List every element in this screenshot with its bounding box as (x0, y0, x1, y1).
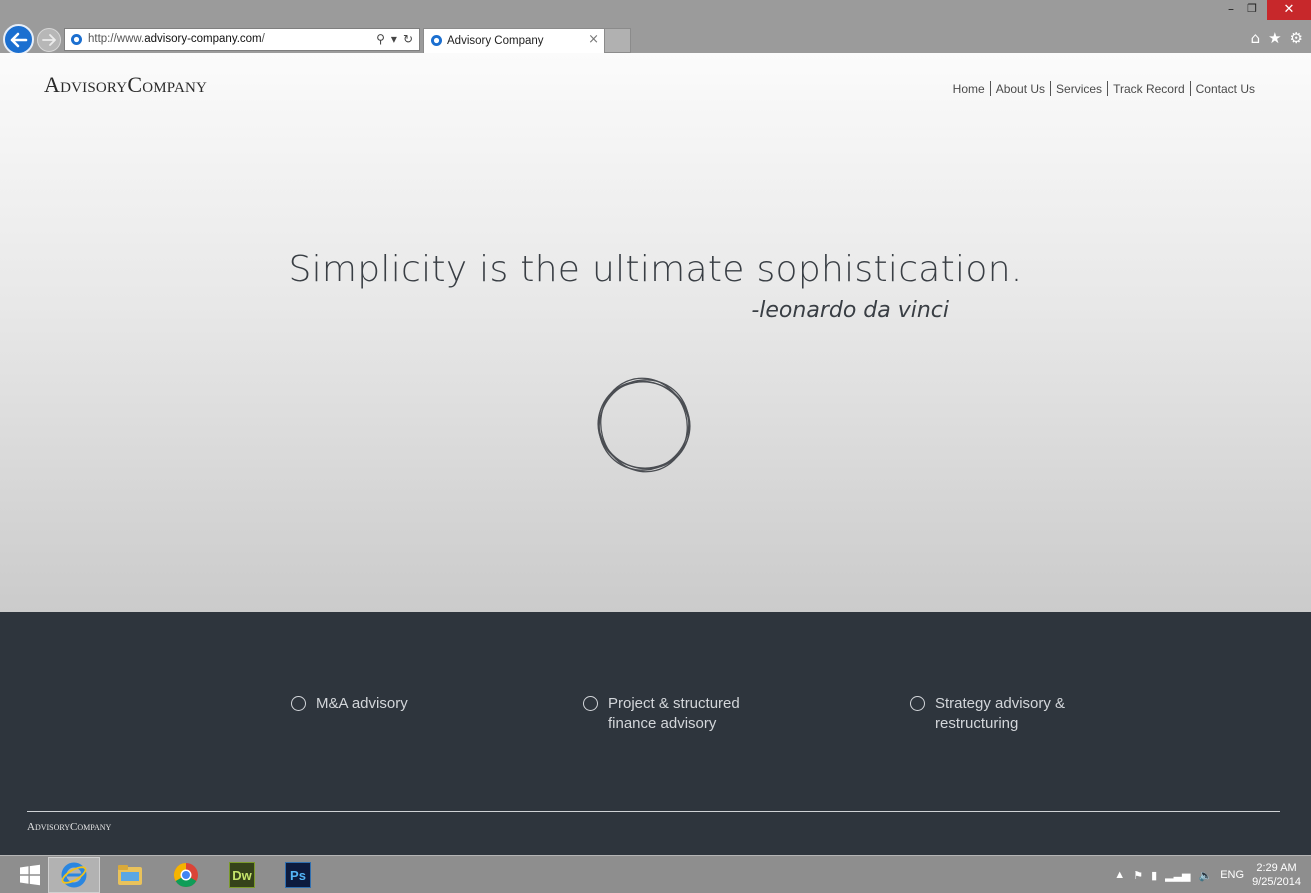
home-icon[interactable]: ⌂ (1251, 29, 1261, 47)
forward-button[interactable] (37, 28, 61, 52)
search-icon[interactable]: ⚲ (376, 32, 385, 46)
service-label: Project & structured finance advisory (608, 695, 740, 732)
nav-home[interactable]: Home (953, 82, 985, 96)
nav-contact-us[interactable]: Contact Us (1196, 82, 1255, 96)
nav-services[interactable]: Services (1056, 82, 1102, 96)
new-tab-button[interactable] (605, 28, 631, 53)
circle-bullet-icon (910, 696, 925, 711)
dropdown-icon[interactable]: ▾ (391, 32, 397, 46)
system-tray: ▲ ⚑ ▮ ▂▃▅ 🔈 ENG 2:29 AM 9/25/2014 (1114, 856, 1301, 893)
service-label: Strategy advisory & restructuring (935, 695, 1066, 732)
taskbar-photoshop[interactable]: Ps (272, 857, 324, 893)
hero-section: AdvisoryCompany Home About Us Services T… (0, 53, 1311, 612)
network-signal-icon[interactable]: ▂▃▅ (1165, 869, 1190, 882)
back-arrow-icon (10, 32, 27, 47)
battery-icon[interactable]: ▮ (1151, 869, 1157, 882)
nav-divider (1050, 81, 1052, 96)
url-text[interactable]: http://www.advisory-company.com/ (88, 33, 265, 45)
taskbar-chrome[interactable] (160, 857, 212, 893)
internet-explorer-icon (61, 862, 87, 888)
taskbar-dreamweaver[interactable]: Dw (216, 857, 268, 893)
action-center-flag-icon[interactable]: ⚑ (1133, 869, 1143, 882)
dreamweaver-icon: Dw (229, 862, 255, 888)
footer-divider (27, 811, 1280, 812)
clock-time: 2:29 AM (1256, 862, 1297, 874)
photoshop-icon: Ps (285, 862, 311, 888)
service-label: M&A advisory (316, 695, 408, 712)
nav-about-us[interactable]: About Us (996, 82, 1045, 96)
favorites-star-icon[interactable]: ★ (1268, 29, 1281, 47)
main-nav: Home About Us Services Track Record Cont… (953, 81, 1255, 96)
taskbar: Dw Ps ▲ ⚑ ▮ ▂▃▅ 🔈 ENG 2:29 AM 9/25/2014 (0, 855, 1311, 893)
footer-logo[interactable]: AdvisoryCompany (27, 821, 111, 833)
settings-gear-icon[interactable]: ⚙ (1290, 29, 1303, 47)
hero-quote: Simplicity is the ultimate sophisticatio… (288, 249, 1023, 290)
browser-chrome: – ❐ ✕ http://www.advisory-company.com/ ⚲… (0, 0, 1311, 55)
ie-favicon-icon (71, 34, 82, 45)
back-button[interactable] (3, 24, 34, 55)
taskbar-internet-explorer[interactable] (48, 857, 100, 893)
volume-icon[interactable]: 🔈 (1199, 869, 1213, 882)
service-strategy-restructuring[interactable]: Strategy advisory & restructuring (910, 694, 1110, 734)
ie-favicon-icon (431, 35, 442, 46)
folder-icon (118, 865, 142, 885)
language-indicator[interactable]: ENG (1220, 869, 1244, 881)
forward-arrow-icon (42, 34, 56, 46)
taskbar-file-explorer[interactable] (104, 857, 156, 893)
site-logo[interactable]: AdvisoryCompany (44, 72, 207, 98)
minimize-button[interactable]: – (1222, 0, 1240, 18)
clock[interactable]: 2:29 AM 9/25/2014 (1252, 861, 1301, 889)
loading-spinner-icon (597, 377, 691, 473)
quote-author: -leonardo da vinci (751, 298, 949, 323)
nav-divider (989, 81, 991, 96)
nav-divider (1189, 81, 1191, 96)
circle-bullet-icon (291, 696, 306, 711)
circle-bullet-icon (583, 696, 598, 711)
service-ma-advisory[interactable]: M&A advisory (291, 694, 408, 714)
clock-date: 9/25/2014 (1252, 876, 1301, 888)
service-project-finance[interactable]: Project & structured finance advisory (583, 694, 783, 734)
chrome-icon (173, 863, 198, 888)
show-hidden-icons-icon[interactable]: ▲ (1114, 869, 1125, 881)
footer-section: M&A advisory Project & structured financ… (0, 612, 1311, 855)
tab-close-icon[interactable]: × (588, 32, 599, 47)
nav-divider (1107, 81, 1109, 96)
address-bar[interactable]: http://www.advisory-company.com/ ⚲ ▾ ↻ (64, 28, 420, 51)
close-window-button[interactable]: ✕ (1267, 0, 1311, 20)
tab-advisory-company[interactable]: Advisory Company × (423, 28, 605, 53)
restore-button[interactable]: ❐ (1242, 0, 1262, 18)
windows-logo-icon (20, 864, 40, 886)
tab-title: Advisory Company (447, 35, 544, 47)
nav-track-record[interactable]: Track Record (1113, 82, 1185, 96)
refresh-icon[interactable]: ↻ (403, 32, 413, 46)
